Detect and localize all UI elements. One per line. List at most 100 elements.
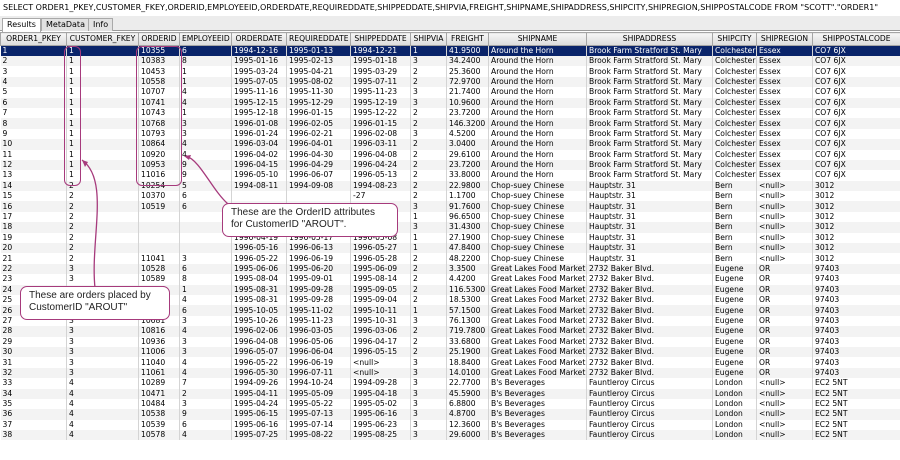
table-row[interactable]: 12 1 10953 9 1996-04-15 1996-04-29 1996-04-24 2… xyxy=(0,159,900,171)
table-cell: Fauntleroy Circus xyxy=(586,378,713,389)
table-cell: 15 xyxy=(0,191,67,202)
table-cell: OR xyxy=(756,357,813,368)
table-cell: 23 xyxy=(0,274,67,285)
table-cell: 3 xyxy=(410,357,447,368)
column-header[interactable]: SHIPADDRESS xyxy=(586,32,713,46)
table-cell: 97403 xyxy=(812,294,900,306)
table-row[interactable]: 1 1 10355 6 1994-12-16 1995-01-13 1994-12-21 1 4… xyxy=(0,45,900,56)
table-row[interactable]: 32 3 11061 4 1996-05-30 1996-07-11 <null> 3 14.0… xyxy=(0,367,900,379)
tab-metadata[interactable]: MetaData xyxy=(41,18,90,31)
table-row[interactable]: 20 2 1996-05-16 1996-06-13 1996-05-27 1 47.840… xyxy=(0,243,900,254)
table-cell: -22 xyxy=(350,222,411,233)
table-cell: 1995-11-16 xyxy=(231,87,287,98)
table-row[interactable]: 3 1 10453 1 1995-03-24 1995-04-21 1995-03-29 2 2… xyxy=(0,66,900,77)
table-cell: 1996-04-29 xyxy=(286,159,351,171)
table-cell: 34.2400 xyxy=(446,56,489,67)
table-cell: 3012 xyxy=(812,253,900,264)
table-cell: 2 xyxy=(410,170,447,181)
column-header[interactable]: FREIGHT xyxy=(446,32,489,46)
table-cell: 1995-06-06 xyxy=(231,263,287,275)
table-row[interactable]: 22 3 10528 6 1995-06-06 1995-06-20 1995-06-09 2… xyxy=(0,263,900,275)
table-row[interactable]: 14 2 10254 5 1994-08-11 1994-09-08 1994-08-23 2… xyxy=(0,180,900,192)
table-row[interactable]: 27 3 10681 3 1995-10-26 1995-11-23 1995-10-31 3… xyxy=(0,315,900,327)
table-cell: 11016 xyxy=(138,170,180,181)
table-cell: 31.4300 xyxy=(446,222,489,233)
table-cell: B's Beverages xyxy=(488,378,587,389)
table-row[interactable]: 21 2 11041 3 1996-05-22 1996-06-19 1996-05-28 2… xyxy=(0,253,900,264)
column-header[interactable]: SHIPCITY xyxy=(712,32,757,46)
table-row[interactable]: 24 3 10616 1 1995-08-31 1995-09-28 1995-09-05 2… xyxy=(0,284,900,295)
table-row[interactable]: 34 4 10471 2 1995-04-11 1995-05-09 1995-04-18 3… xyxy=(0,388,900,399)
table-row[interactable]: 13 1 11016 9 1996-05-10 1996-06-07 1996-05-13 2… xyxy=(0,170,900,181)
table-cell: OR xyxy=(756,294,813,306)
column-header[interactable]: ORDER1_PKEY xyxy=(0,32,67,46)
table-row[interactable]: 9 1 10793 3 1996-01-24 1996-02-21 1996-02-08 3 4… xyxy=(0,128,900,140)
table-cell: Hauptstr. 31 xyxy=(586,180,713,192)
table-row[interactable]: 23 3 10589 8 1995-08-04 1995-09-01 1995-08-14 2… xyxy=(0,274,900,285)
table-row[interactable]: 11 1 10920 4 1996-04-02 1996-04-30 1996-04-08 2… xyxy=(0,149,900,160)
table-cell: 1995-10-31 xyxy=(350,315,411,327)
column-header[interactable]: SHIPREGION xyxy=(756,32,813,46)
column-header[interactable]: REQUIREDDATE xyxy=(286,32,351,46)
table-cell: Essex xyxy=(756,128,813,140)
table-row[interactable]: 18 2 -22 3 31.4300 Chop-suey Chinese Hauptstr.… xyxy=(0,222,900,233)
table-cell: 146.3200 xyxy=(446,118,489,129)
table-cell: 1 xyxy=(179,66,232,77)
table-cell: Eugene xyxy=(712,367,757,379)
table-cell: 3012 xyxy=(812,243,900,254)
table-cell: OR xyxy=(756,274,813,285)
table-cell: Eugene xyxy=(712,336,757,347)
table-cell: 4 xyxy=(66,398,139,410)
table-cell: 10616 xyxy=(138,284,180,295)
table-row[interactable]: 5 1 10707 4 1995-11-16 1995-11-30 1995-11-23 3 2… xyxy=(0,87,900,98)
table-cell: 1996-03-11 xyxy=(350,139,411,150)
column-header[interactable]: SHIPPEDDATE xyxy=(350,32,411,46)
table-row[interactable]: 26 3 10656 6 1995-10-05 1995-11-02 1995-10-11 1… xyxy=(0,305,900,316)
table-cell: 2732 Baker Blvd. xyxy=(586,263,713,275)
table-row[interactable]: 31 3 11040 4 1996-05-22 1996-06-19 <null> 3 18.8… xyxy=(0,357,900,368)
table-cell: Brook Farm Stratford St. Mary xyxy=(586,139,713,150)
table-row[interactable]: 33 4 10289 7 1994-09-26 1994-10-24 1994-09-28 3… xyxy=(0,378,900,389)
table-row[interactable]: 4 1 10558 1 1995-07-05 1995-08-02 1995-07-11 2 7… xyxy=(0,76,900,88)
table-row[interactable]: 16 2 10519 6 -31 3 91.7600 Chop-suey Chinese Hau… xyxy=(0,201,900,212)
tab-info[interactable]: Info xyxy=(88,18,114,31)
table-cell: 1996-05-10 xyxy=(231,170,287,181)
table-row[interactable]: 30 3 11006 3 1996-05-07 1996-06-04 1996-05-15 2… xyxy=(0,346,900,358)
table-row[interactable]: 15 2 10370 6 -27 2 1.1700 Chop-suey Chinese Haup… xyxy=(0,191,900,202)
table-row[interactable]: 8 1 10768 3 1996-01-08 1996-02-05 1996-01-15 2 1… xyxy=(0,118,900,129)
results-grid[interactable]: ORDER1_PKEY CUSTOMER_FKEY ORDERID EMPLOYEEI… xyxy=(0,32,900,460)
table-cell: 1995-09-04 xyxy=(350,294,411,306)
table-row[interactable]: 29 3 10936 3 1996-04-08 1996-05-06 1996-04-17 2… xyxy=(0,336,900,347)
table-row[interactable]: 25 3 10617 4 1995-08-31 1995-09-28 1995-09-04 2… xyxy=(0,294,900,306)
column-header[interactable]: SHIPVIA xyxy=(410,32,447,46)
table-row[interactable]: 38 4 10578 4 1995-07-25 1995-08-22 1995-08-25 3… xyxy=(0,430,900,441)
table-row[interactable]: 10 1 10864 4 1996-03-04 1996-04-01 1996-03-11 2… xyxy=(0,139,900,150)
table-cell: 1996-03-06 xyxy=(350,326,411,337)
table-cell: 9 xyxy=(0,128,67,140)
table-cell: 1995-12-19 xyxy=(350,97,411,108)
column-header[interactable]: EMPLOYEEID xyxy=(179,32,232,46)
table-row[interactable]: 19 2 1996-04-19 1996-05-17 1996-05-08 1 27.190… xyxy=(0,232,900,244)
table-cell: 5 xyxy=(0,87,67,98)
column-header[interactable]: SHIPNAME xyxy=(488,32,587,46)
table-row[interactable]: 7 1 10743 1 1995-12-18 1996-01-15 1995-12-22 2 2… xyxy=(0,107,900,119)
table-row[interactable]: 2 1 10383 8 1995-01-16 1995-02-13 1995-01-18 3 3… xyxy=(0,56,900,67)
column-header[interactable]: ORDERID xyxy=(138,32,180,46)
table-row[interactable]: 36 4 10538 9 1995-06-15 1995-07-13 1995-06-16 3… xyxy=(0,409,900,420)
column-header[interactable]: SHIPPOSTALCODE xyxy=(812,32,900,46)
table-cell: B's Beverages xyxy=(488,388,587,399)
table-row[interactable]: 28 3 10816 4 1996-02-06 1996-03-05 1996-03-06 2… xyxy=(0,326,900,337)
table-cell: 2732 Baker Blvd. xyxy=(586,315,713,327)
table-cell xyxy=(138,232,180,244)
table-cell: 25.3600 xyxy=(446,66,489,77)
table-row[interactable]: 17 2 -15 1 96.6500 Chop-suey Chinese Hauptstr.… xyxy=(0,211,900,223)
table-cell: 4 xyxy=(179,139,232,150)
tab-results[interactable]: Results xyxy=(2,18,41,32)
table-row[interactable]: 6 1 10741 4 1995-12-15 1995-12-29 1995-12-19 3 1… xyxy=(0,97,900,108)
table-cell: Essex xyxy=(756,66,813,77)
column-header[interactable]: CUSTOMER_FKEY xyxy=(66,32,139,46)
column-header[interactable]: ORDERDATE xyxy=(231,32,287,46)
table-cell: <null> xyxy=(756,409,813,420)
table-row[interactable]: 35 4 10484 3 1995-04-24 1995-05-22 1995-05-02 3… xyxy=(0,398,900,410)
table-row[interactable]: 37 4 10539 6 1995-06-16 1995-07-14 1995-06-23 3… xyxy=(0,419,900,431)
